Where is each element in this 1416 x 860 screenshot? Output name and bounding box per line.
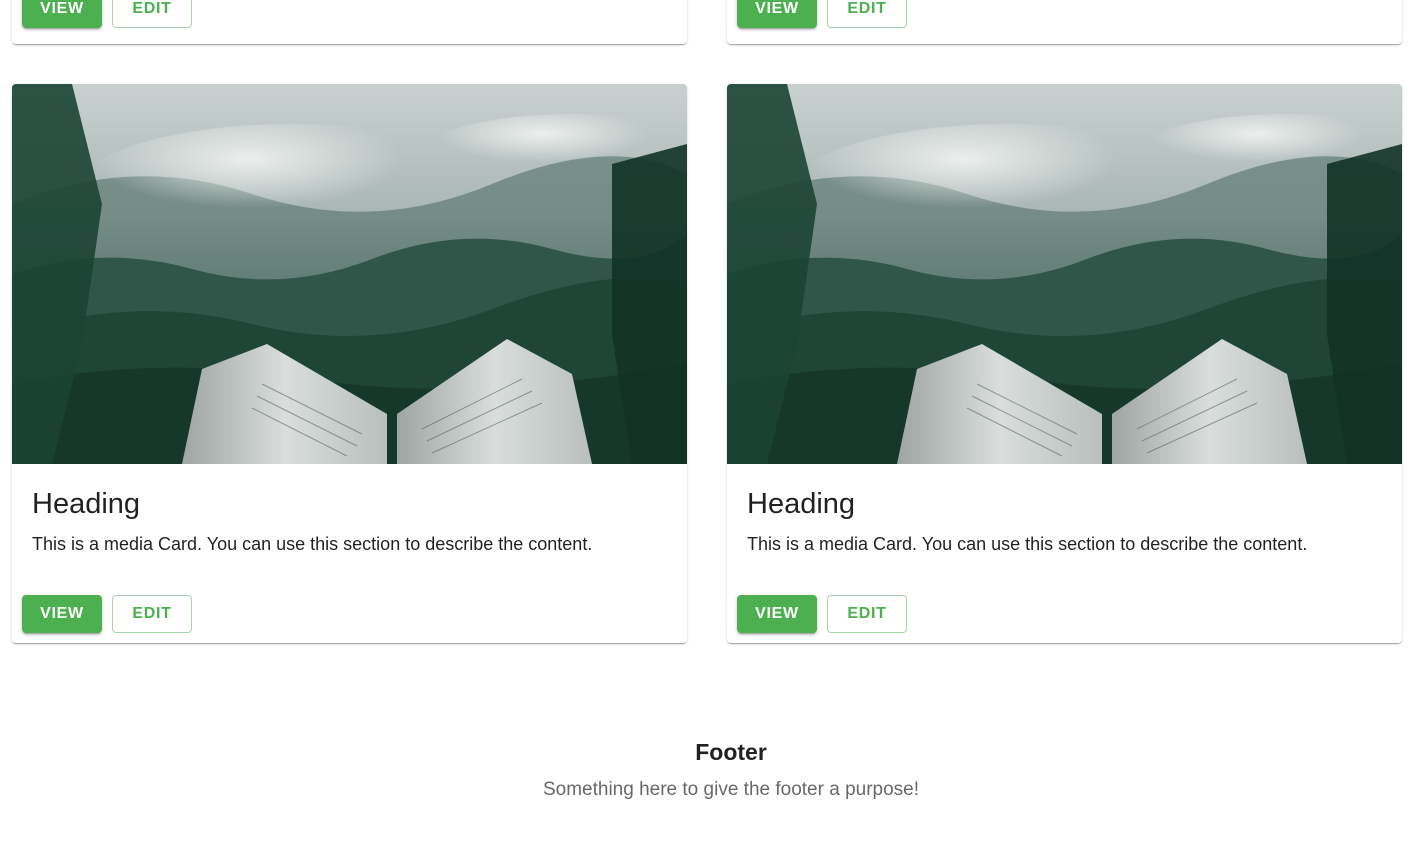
edit-button[interactable]: EDIT (827, 595, 907, 633)
forest-book-image (12, 84, 687, 464)
card-actions: VIEW EDIT (737, 595, 907, 633)
media-card: Heading This is a media Card. You can us… (727, 84, 1402, 643)
card-actions: VIEW EDIT (22, 0, 192, 28)
view-button[interactable]: VIEW (22, 595, 102, 633)
view-button[interactable]: VIEW (737, 0, 817, 28)
forest-book-image (727, 84, 1402, 464)
card-top-right: VIEW EDIT (727, 0, 1402, 44)
edit-button[interactable]: EDIT (827, 0, 907, 28)
view-button[interactable]: VIEW (22, 0, 102, 28)
footer-subtitle: Something here to give the footer a purp… (542, 779, 920, 800)
card-media-image (727, 84, 1402, 464)
card-content: Heading This is a media Card. You can us… (32, 484, 671, 558)
album-page: VIEW EDIT VIEW EDIT Heading This is a me… (0, 0, 1416, 860)
view-button[interactable]: VIEW (737, 595, 817, 633)
media-card: Heading This is a media Card. You can us… (12, 84, 687, 643)
card-media-image (12, 84, 687, 464)
card-description: This is a media Card. You can use this s… (747, 534, 1308, 554)
card-heading: Heading (747, 488, 856, 520)
card-content: Heading This is a media Card. You can us… (747, 484, 1386, 558)
footer-title: Footer (695, 739, 767, 765)
card-description: This is a media Card. You can use this s… (32, 534, 593, 554)
card-heading: Heading (32, 488, 141, 520)
card-actions: VIEW EDIT (737, 0, 907, 28)
edit-button[interactable]: EDIT (112, 0, 192, 28)
footer: Footer Something here to give the footer… (0, 732, 1416, 804)
card-top-left: VIEW EDIT (12, 0, 687, 44)
card-actions: VIEW EDIT (22, 595, 192, 633)
edit-button[interactable]: EDIT (112, 595, 192, 633)
